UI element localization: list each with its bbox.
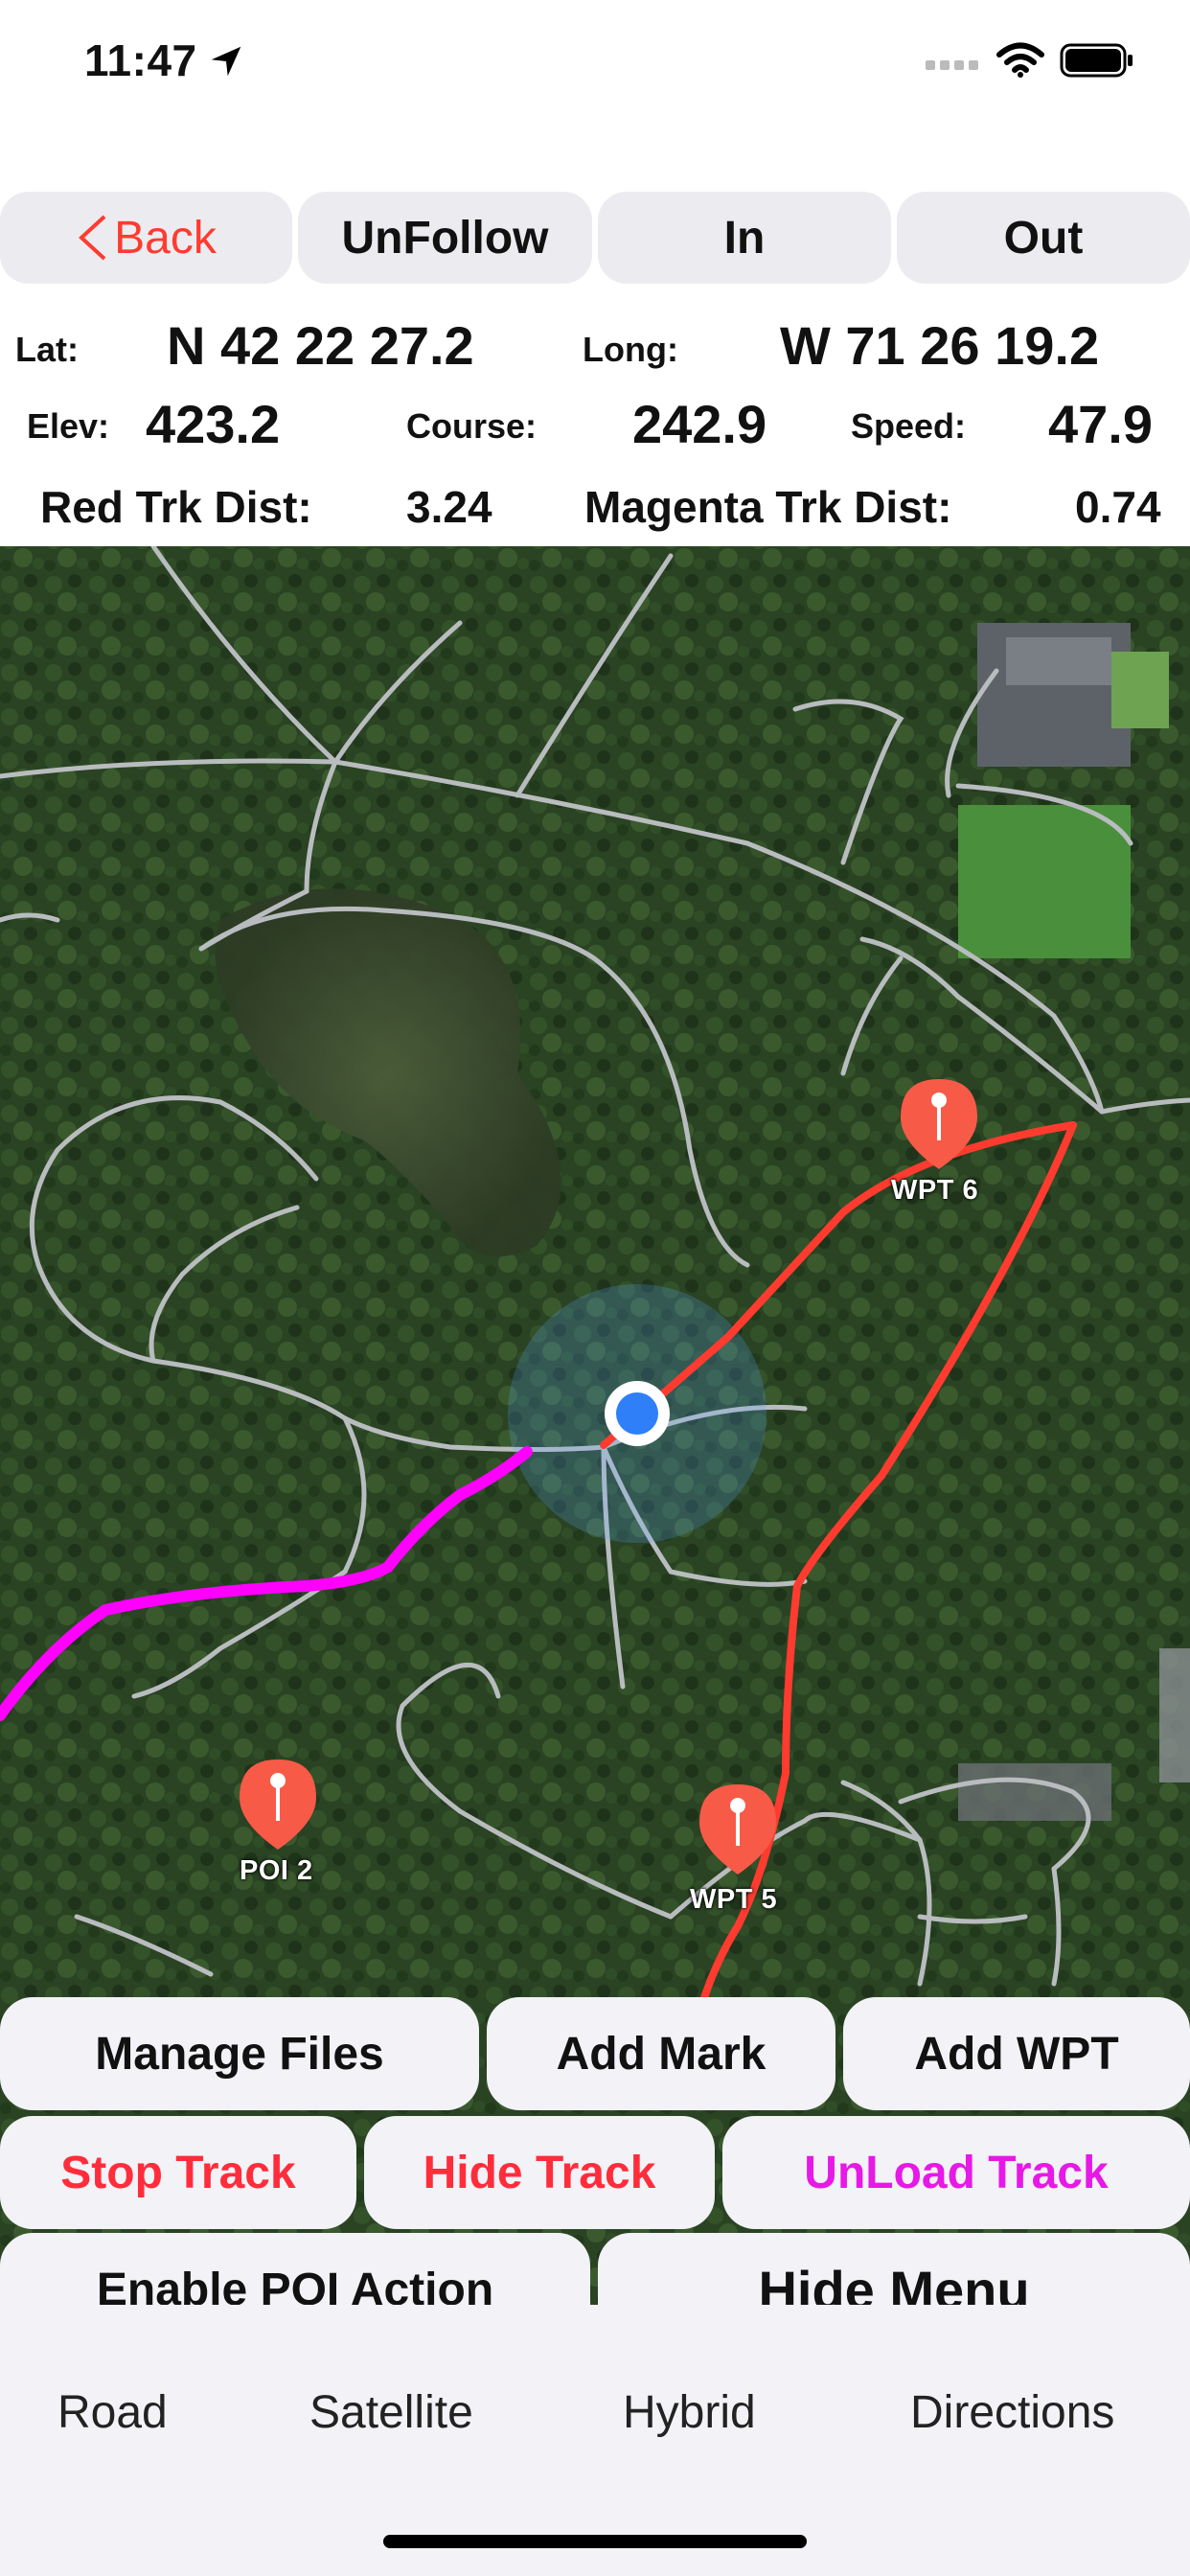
add-mark-button[interactable]: Add Mark — [487, 1997, 835, 2110]
elev-value: 423.2 — [146, 394, 281, 454]
cellular-signal-icon — [926, 60, 978, 70]
wifi-icon — [996, 42, 1044, 78]
unfollow-button[interactable]: UnFollow — [298, 192, 592, 284]
pin-label-poi2: POI 2 — [240, 1855, 313, 1886]
elev-label: Elev: — [27, 406, 110, 446]
lat-value: N 42 22 27.2 — [167, 315, 474, 376]
zoom-in-button[interactable]: In — [598, 192, 891, 284]
unload-track-button[interactable]: UnLoad Track — [722, 2116, 1190, 2229]
status-icons — [926, 42, 1134, 79]
red-track-distance-value: 3.24 — [406, 482, 492, 532]
add-wpt-button[interactable]: Add WPT — [843, 1997, 1190, 2110]
long-value: W 71 26 19.2 — [780, 315, 1100, 376]
lat-label: Lat: — [15, 330, 79, 369]
speed-value: 47.9 — [1048, 394, 1153, 454]
long-label: Long: — [583, 330, 678, 369]
back-button[interactable]: Back — [0, 192, 292, 284]
map-type-road[interactable]: Road — [57, 2386, 168, 2439]
map-type-hybrid[interactable]: Hybrid — [623, 2386, 756, 2439]
home-indicator — [383, 2535, 807, 2548]
manage-files-button[interactable]: Manage Files — [0, 1997, 479, 2110]
map-type-satellite[interactable]: Satellite — [309, 2386, 473, 2439]
course-label: Course: — [406, 406, 538, 446]
status-time: 11:47 — [84, 34, 242, 86]
speed-label: Speed: — [851, 406, 967, 446]
map-type-directions[interactable]: Directions — [910, 2386, 1114, 2439]
pin-label-wpt6: WPT 6 — [891, 1175, 979, 1206]
chevron-left-icon — [79, 215, 106, 261]
pin-label-wpt5: WPT 5 — [690, 1884, 778, 1915]
stop-track-button[interactable]: Stop Track — [0, 2116, 356, 2229]
hide-track-button[interactable]: Hide Track — [364, 2116, 715, 2229]
magenta-track-distance-label: Magenta Trk Dist: — [584, 482, 952, 532]
back-label: Back — [114, 212, 217, 264]
magenta-track-distance-value: 0.74 — [1075, 482, 1161, 532]
red-track-distance-label: Red Trk Dist: — [40, 482, 312, 532]
battery-icon — [1060, 43, 1133, 78]
location-arrow-icon — [211, 46, 241, 77]
course-value: 242.9 — [632, 394, 767, 454]
zoom-out-button[interactable]: Out — [897, 192, 1190, 284]
